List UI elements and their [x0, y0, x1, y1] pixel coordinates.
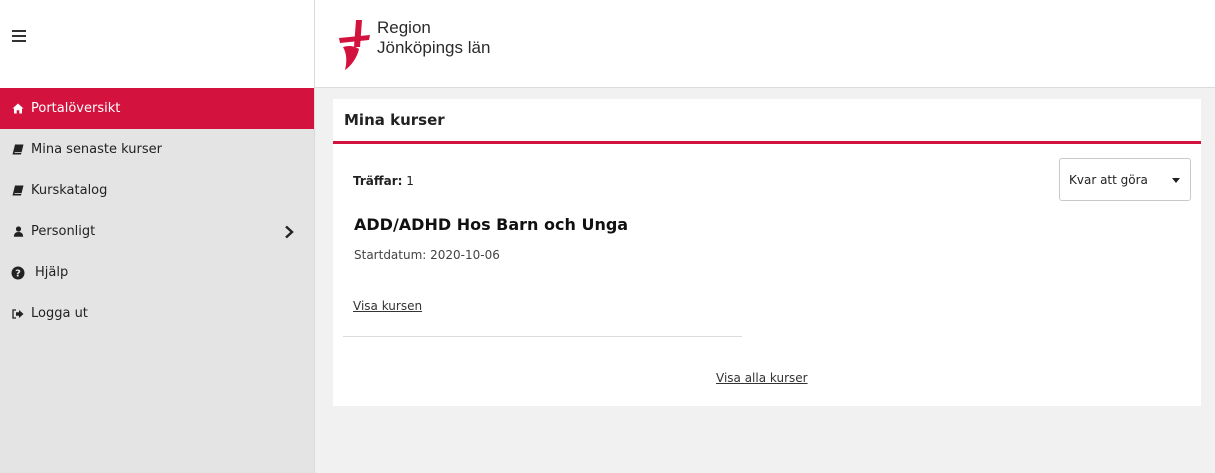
sidebar: Portalöversikt Mina senaste kurser Kursk…	[0, 0, 315, 473]
sign-out-icon	[11, 307, 25, 321]
sidebar-item-label: Logga ut	[31, 306, 88, 321]
region-logo-icon	[339, 20, 370, 70]
hits-label: Träffar:	[353, 174, 403, 188]
sidebar-item-mina-senaste-kurser[interactable]: Mina senaste kurser	[0, 129, 314, 170]
divider	[343, 336, 742, 337]
show-all-courses-link[interactable]: Visa alla kurser	[716, 371, 808, 385]
home-icon	[11, 102, 25, 116]
sidebar-item-personligt[interactable]: Personligt	[0, 211, 314, 252]
course-start-date: Startdatum: 2020-10-06	[354, 248, 500, 262]
hamburger-icon[interactable]	[12, 30, 26, 42]
sidebar-item-label: Kurskatalog	[31, 183, 108, 198]
question-circle-icon: ?	[11, 266, 25, 280]
caret-down-icon	[1172, 178, 1180, 183]
status-filter-select[interactable]: Kvar att göra	[1059, 158, 1191, 201]
brand-name-line2: Jönköpings län	[377, 38, 491, 57]
chevron-right-icon[interactable]	[284, 225, 294, 239]
course-title: ADD/ADHD Hos Barn och Unga	[354, 215, 629, 234]
sidebar-item-kurskatalog[interactable]: Kurskatalog	[0, 170, 314, 211]
sidebar-item-label: Mina senaste kurser	[31, 142, 162, 157]
svg-text:?: ?	[15, 268, 21, 279]
view-course-link[interactable]: Visa kursen	[353, 299, 422, 313]
user-icon	[11, 225, 25, 239]
book-icon	[11, 143, 25, 157]
book-icon	[11, 184, 25, 198]
sidebar-item-portaloversikt[interactable]: Portalöversikt	[0, 88, 314, 129]
brand-name: Region Jönköpings län	[377, 18, 490, 58]
hits-value: 1	[406, 174, 414, 188]
sidebar-item-label: Portalöversikt	[31, 101, 121, 116]
hits-count: Träffar: 1	[353, 174, 414, 188]
sidebar-nav: Portalöversikt Mina senaste kurser Kursk…	[0, 88, 314, 334]
sidebar-item-logga-ut[interactable]: Logga ut	[0, 293, 314, 334]
sidebar-item-label: Hjälp	[35, 265, 69, 280]
sidebar-top	[0, 0, 314, 88]
brand-name-line1: Region	[377, 18, 431, 37]
sidebar-item-label: Personligt	[31, 224, 96, 239]
brand-logo[interactable]: Region Jönköpings län	[337, 18, 490, 72]
my-courses-panel: Mina kurser Träffar: 1 Kvar att göra ADD…	[333, 99, 1201, 406]
status-filter-value: Kvar att göra	[1069, 172, 1148, 187]
panel-header: Mina kurser	[333, 99, 1201, 144]
page-title: Mina kurser	[344, 111, 445, 129]
header: Region Jönköpings län	[315, 0, 1215, 88]
sidebar-item-hjalp[interactable]: ? Hjälp	[0, 252, 314, 293]
